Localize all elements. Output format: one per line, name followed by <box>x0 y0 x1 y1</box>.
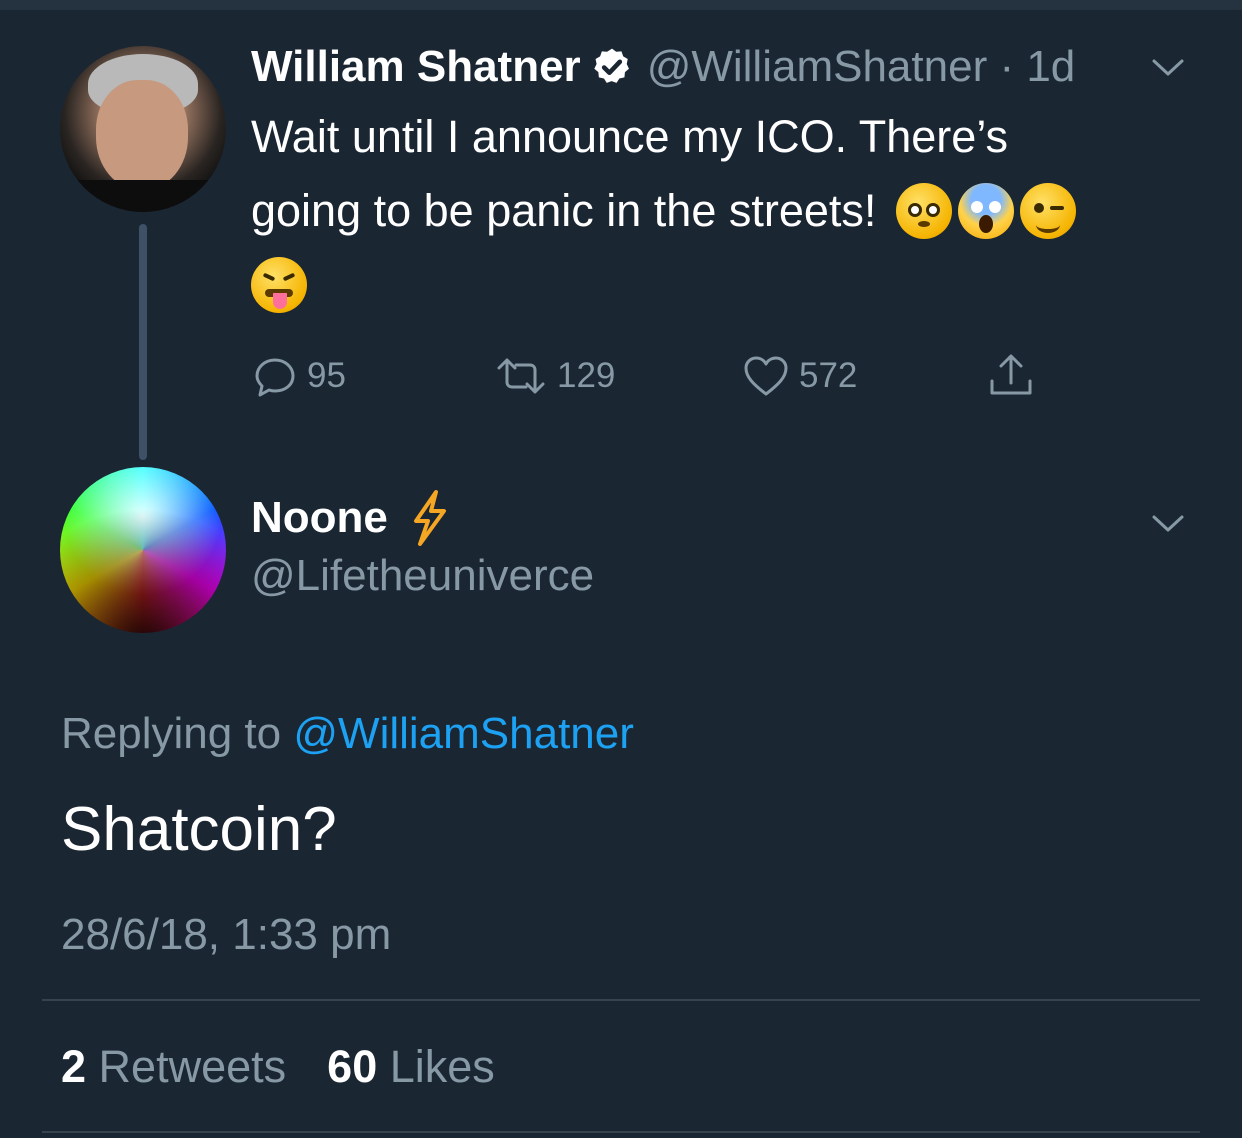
reply-timestamp: 28/6/18, 1:33 pm <box>61 910 392 959</box>
retweet-count: 129 <box>557 356 616 395</box>
flushed-face-emoji <box>896 183 953 239</box>
top-bar <box>0 0 1242 10</box>
tweet-text-line-2: going to be panic in the streets! <box>251 174 1201 248</box>
like-action[interactable]: 572 <box>741 352 857 400</box>
reply-author-handle[interactable]: @Lifetheuniverce <box>251 548 594 604</box>
heart-icon <box>744 356 788 396</box>
tweet-text-line: Wait until I announce my ICO. There’s <box>251 111 1009 162</box>
avatar-william-shatner[interactable] <box>60 46 226 212</box>
retweets-stat-count: 2 <box>61 1041 87 1092</box>
likes-stat-count: 60 <box>327 1041 378 1092</box>
reply-author-name[interactable]: Noone <box>251 493 388 543</box>
squinting-tongue-face-emoji <box>251 257 307 313</box>
original-tweet-text: Wait until I announce my ICO. There’s go… <box>251 100 1201 322</box>
divider-bottom <box>42 1131 1200 1133</box>
reply-author-header: Noone <box>251 490 452 546</box>
tweet-text-line-3 <box>251 248 1201 322</box>
tweet-text-segment: going to be panic in the streets! <box>251 185 877 236</box>
likes-stat-label: Likes <box>389 1041 495 1092</box>
chevron-down-icon[interactable] <box>1150 56 1186 80</box>
engagement-stats: 2 Retweets 60 Likes <box>61 1038 495 1096</box>
retweets-stat[interactable]: 2 Retweets <box>61 1041 286 1092</box>
replying-to-prefix: Replying to <box>61 709 282 758</box>
verified-badge-icon <box>594 48 629 83</box>
share-icon <box>990 354 1032 395</box>
reply-icon <box>255 358 295 397</box>
original-author-name[interactable]: William Shatner <box>251 42 581 92</box>
reply-tweet-text: Shatcoin? <box>61 795 337 864</box>
chevron-down-icon-reply[interactable] <box>1150 512 1186 536</box>
avatar-noone[interactable] <box>60 467 226 633</box>
original-tweet-header: William Shatner @WilliamShatner · 1d <box>251 40 1075 94</box>
likes-stat[interactable]: 60 Likes <box>327 1041 495 1092</box>
like-count: 572 <box>799 356 858 395</box>
retweets-stat-label: Retweets <box>98 1041 287 1092</box>
share-action[interactable] <box>986 352 1044 400</box>
thread-connector-line <box>139 224 147 460</box>
retweet-icon <box>497 358 545 394</box>
winking-face-emoji <box>1020 183 1077 239</box>
lightning-bolt-icon <box>413 490 446 546</box>
reply-count: 95 <box>307 356 346 395</box>
screaming-face-emoji <box>958 183 1015 239</box>
original-handle-and-time[interactable]: @WilliamShatner · 1d <box>647 42 1076 92</box>
divider <box>42 999 1200 1001</box>
retweet-action[interactable]: 129 <box>493 352 615 400</box>
replying-to-line: Replying to @WilliamShatner <box>61 706 634 762</box>
reply-action[interactable]: 95 <box>251 352 346 400</box>
replying-to-mention-link[interactable]: @WilliamShatner <box>293 709 634 758</box>
